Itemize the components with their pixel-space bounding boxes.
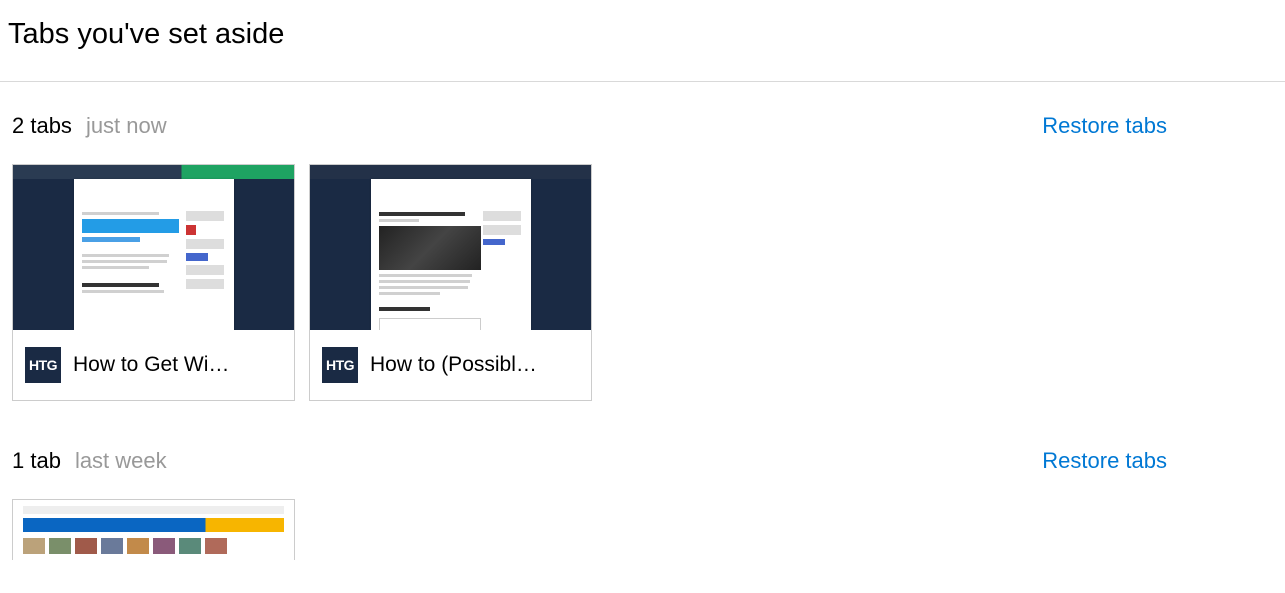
tab-card[interactable]: HTG How to (Possibl… [309, 164, 592, 401]
group-time-label: last week [75, 448, 1042, 474]
panel-header: Tabs you've set aside [0, 0, 1285, 82]
group-header: 1 tab last week Restore tabs [12, 429, 1273, 499]
favicon-htg: HTG [25, 347, 61, 383]
more-button[interactable] [1193, 441, 1233, 481]
restore-tabs-link[interactable]: Restore tabs [1042, 448, 1167, 474]
close-group-button[interactable] [1233, 106, 1273, 146]
tab-group: 1 tab last week Restore tabs [0, 401, 1285, 560]
tab-thumbnail [310, 165, 591, 330]
favicon-htg: HTG [322, 347, 358, 383]
group-count-label: 1 tab [12, 448, 61, 474]
tab-card[interactable] [12, 499, 295, 560]
tab-thumbnail [13, 165, 294, 330]
tabs-row: HTG How to Get Wi… [12, 164, 1273, 401]
close-group-button[interactable] [1233, 441, 1273, 481]
tab-card[interactable]: HTG How to Get Wi… [12, 164, 295, 401]
group-header: 2 tabs just now Restore tabs [12, 94, 1273, 164]
tab-title: How to Get Wi… [73, 353, 229, 377]
more-button[interactable] [1193, 106, 1233, 146]
tab-caption: HTG How to (Possibl… [310, 330, 591, 400]
group-count-label: 2 tabs [12, 113, 72, 139]
page-title: Tabs you've set aside [8, 18, 1277, 51]
group-time-label: just now [86, 113, 1042, 139]
tab-group: 2 tabs just now Restore tabs [0, 82, 1285, 401]
tab-title: How to (Possibl… [370, 353, 537, 377]
tab-thumbnail [13, 500, 294, 560]
restore-tabs-link[interactable]: Restore tabs [1042, 113, 1167, 139]
tabs-row [12, 499, 1273, 560]
tab-caption: HTG How to Get Wi… [13, 330, 294, 400]
